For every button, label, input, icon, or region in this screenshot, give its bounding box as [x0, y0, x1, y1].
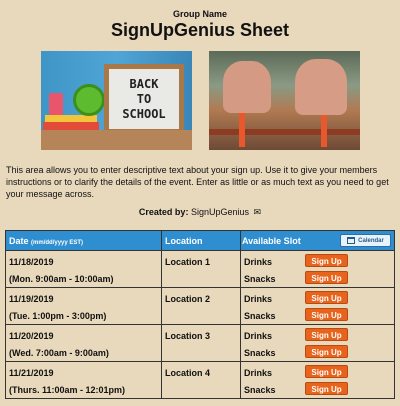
row-date: 11/20/2019 — [9, 331, 54, 341]
sheet-description: This area allows you to enter descriptiv… — [6, 165, 389, 199]
table-row: 11/21/2019 (Thurs. 11:00am - 12:01pm) Lo… — [6, 361, 394, 398]
row-location: Location 2 — [165, 294, 211, 304]
sign-up-button[interactable]: Sign Up — [305, 254, 348, 267]
books-graphic-top — [45, 115, 97, 122]
created-by: Created by: SignUpGenius ✉ — [0, 207, 400, 218]
pencil-cup-graphic — [49, 93, 63, 115]
slot-item: Drinks — [244, 257, 273, 267]
row-date: 11/21/2019 — [9, 368, 54, 378]
slot-item: Snacks — [244, 311, 276, 321]
sign-up-button[interactable]: Sign Up — [305, 382, 348, 395]
board-line: TO — [136, 91, 152, 106]
classroom-chairs-image — [209, 51, 360, 150]
table-row: 11/19/2019 (Tue. 1:00pm - 3:00pm) Locati… — [6, 287, 394, 324]
sign-up-button[interactable]: Sign Up — [305, 365, 348, 378]
row-time: (Thurs. 11:00am - 12:01pm) — [9, 385, 126, 395]
row-time: (Wed. 7:00am - 9:00am) — [9, 348, 109, 358]
alarm-clock-graphic — [73, 84, 105, 116]
row-date: 11/19/2019 — [9, 294, 54, 304]
row-location: Location 4 — [165, 368, 211, 378]
back-to-school-image: BACK TO SCHOOL — [41, 51, 192, 150]
group-name: Group Name — [172, 9, 227, 19]
date-format-label: (mm/dd/yyyy EST) — [31, 240, 84, 246]
slot-item: Snacks — [244, 274, 276, 284]
envelope-icon[interactable]: ✉ — [254, 207, 262, 218]
row-location: Location 3 — [165, 331, 211, 341]
sign-up-button[interactable]: Sign Up — [305, 271, 348, 284]
column-header-location: Location — [165, 236, 203, 246]
row-time: (Tue. 1:00pm - 3:00pm) — [9, 311, 107, 321]
desk-graphic — [209, 129, 360, 135]
slot-item: Snacks — [244, 385, 276, 395]
calendar-icon — [347, 237, 356, 244]
sign-up-button[interactable]: Sign Up — [305, 308, 348, 321]
sign-up-button[interactable]: Sign Up — [305, 345, 348, 358]
column-header-date: Date (mm/dd/yyyy EST) — [9, 236, 83, 246]
slot-item: Drinks — [244, 294, 273, 304]
sign-up-button[interactable]: Sign Up — [305, 291, 348, 304]
created-by-label: Created by: — [138, 207, 189, 217]
slot-item: Drinks — [244, 331, 273, 341]
row-time: (Mon. 9:00am - 10:00am) — [9, 274, 114, 284]
board-line: SCHOOL — [122, 106, 166, 121]
chair-graphic — [295, 59, 347, 115]
slot-item: Drinks — [244, 368, 273, 378]
sign-up-button[interactable]: Sign Up — [305, 328, 348, 341]
column-header-slot: Available Slot — [242, 236, 301, 246]
table-header: Date (mm/dd/yyyy EST) Location Available… — [6, 231, 394, 250]
chair-graphic — [223, 61, 271, 113]
row-date: 11/18/2019 — [9, 257, 54, 267]
creator-name[interactable]: SignUpGenius — [191, 207, 249, 217]
chair-leg-graphic — [239, 113, 245, 147]
board-line: BACK — [129, 76, 159, 91]
slot-item: Snacks — [244, 348, 276, 358]
table-row: 11/18/2019 (Mon. 9:00am - 10:00am) Locat… — [6, 250, 394, 287]
calendar-button-label: Calendar — [358, 237, 384, 244]
chalkboard-sign: BACK TO SCHOOL — [104, 64, 184, 134]
calendar-button[interactable]: Calendar — [340, 234, 391, 247]
row-location: Location 1 — [165, 257, 211, 267]
page-title: SignUpGenius Sheet — [110, 20, 290, 40]
chair-leg-graphic — [321, 115, 327, 147]
desk-graphic — [41, 130, 192, 150]
signup-table: Date (mm/dd/yyyy EST) Location Available… — [5, 230, 395, 399]
date-header-label: Date — [9, 236, 29, 246]
table-row: 11/20/2019 (Wed. 7:00am - 9:00am) Locati… — [6, 324, 394, 361]
